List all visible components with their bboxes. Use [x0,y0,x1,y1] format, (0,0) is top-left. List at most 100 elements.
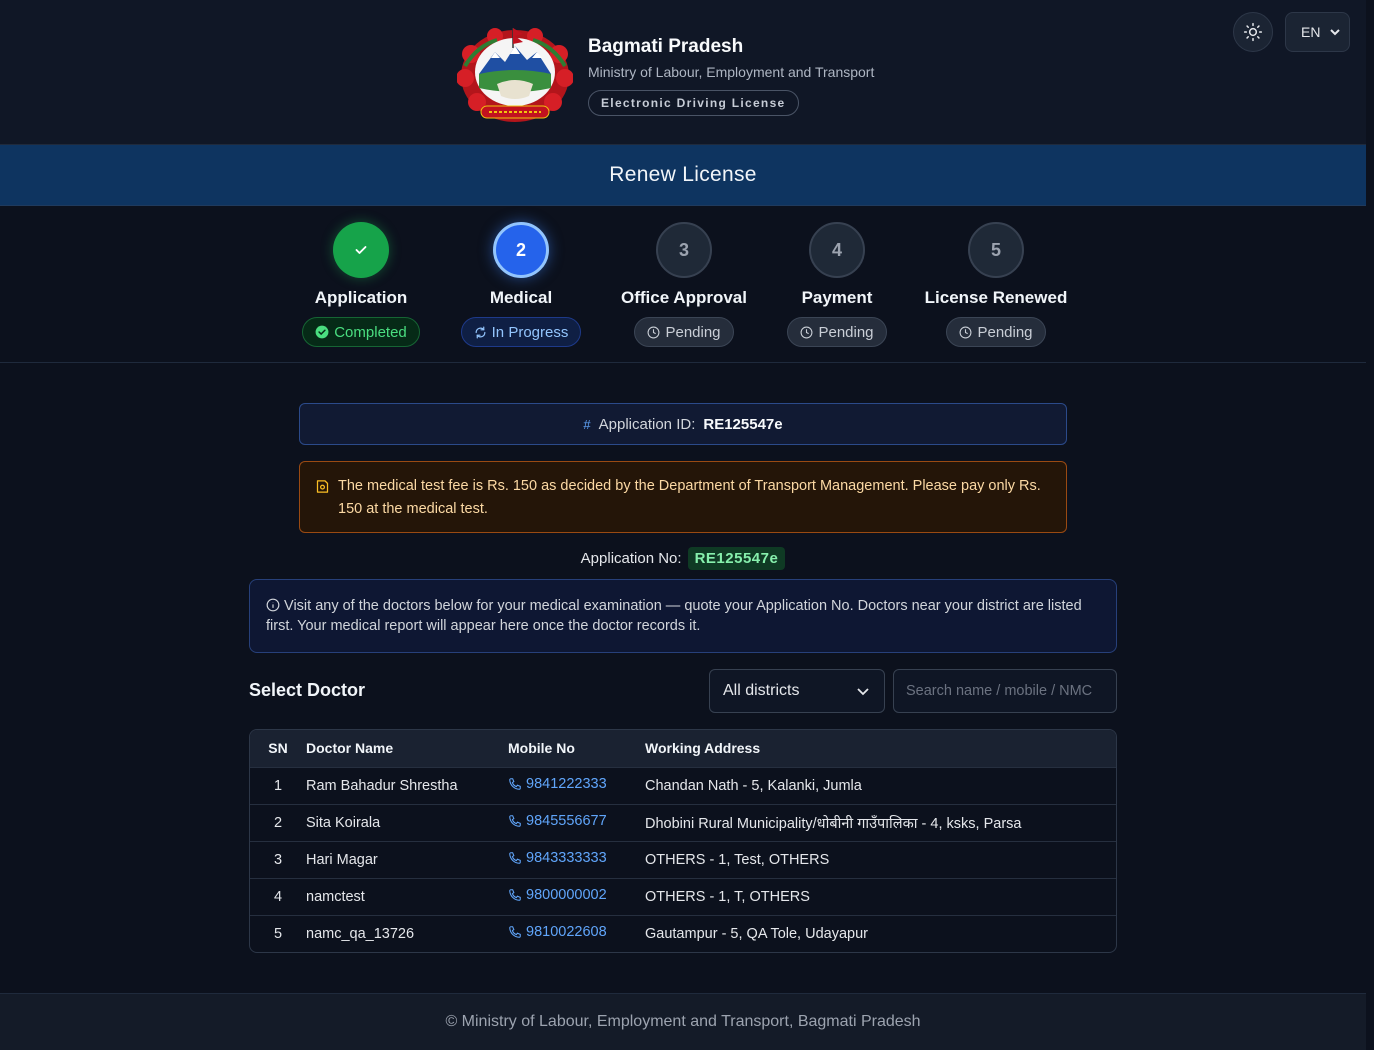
phone-icon [509,889,521,901]
cell-doctor-name: Hari Magar [306,840,508,878]
phone-link[interactable]: 9810022608 [508,924,607,940]
doctor-search-input[interactable] [893,669,1117,713]
district-select[interactable]: All districts [709,669,885,713]
nepal-emblem-logo [457,28,573,122]
col-header-mobile: Mobile No [508,740,575,757]
phone-link[interactable]: 9843333333 [508,850,607,866]
info-text: Visit any of the doctors below for your … [266,598,1082,634]
step-label: Application [314,288,408,307]
step-circle-pending: 4 [809,222,865,278]
cell-address: Dhobini Rural Municipality/धोबीनी गाउँपा… [645,803,1116,841]
info-icon [266,598,280,612]
progress-stepper: Application Completed 2 Medical In Progr… [0,206,1366,363]
table-row[interactable]: 1 Ram Bahadur Shrestha 9841222333 Chanda… [250,766,1116,804]
cell-address: OTHERS - 1, T, OTHERS [645,877,1116,915]
cell-sn: 5 [250,914,306,952]
clock-icon [648,326,660,338]
col-header-doctor-name: Doctor Name [306,740,394,757]
clock-icon [960,326,972,338]
cell-sn: 3 [250,840,306,878]
application-no-chip: RE125547e [687,547,786,570]
status-badge: Completed [302,317,420,347]
phone-icon [509,778,521,790]
fee-notice-text: The medical test fee is Rs. 150 as decid… [338,478,1041,517]
step-medical: 2 Medical In Progress [431,222,611,347]
check-icon [355,246,367,254]
col-header-sn: SN [268,740,288,757]
application-id-box: # Application ID: RE125547e [299,403,1067,445]
cell-doctor-name: namctest [306,877,508,915]
application-id-label: Application ID: [598,415,696,433]
phone-icon [509,926,521,939]
cell-address: Gautampur - 5, QA Tole, Udayapur [645,914,1116,952]
cell-sn: 2 [250,803,306,841]
footer-text: © Ministry of Labour, Employment and Tra… [445,1013,921,1030]
district-value: All districts [723,682,800,699]
language-value: EN [1301,24,1321,40]
chevron-down-icon [857,688,869,696]
cell-doctor-name: namc_qa_13726 [306,914,508,952]
phone-link[interactable]: 9841222333 [508,776,607,792]
step-payment: 4 Payment Pending [747,222,927,347]
step-label: Payment [801,288,873,307]
step-circle-pending: 5 [968,222,1024,278]
receipt-icon [316,480,329,493]
step-label: License Renewed [924,288,1068,307]
table-row[interactable]: 4 namctest 9800000002 OTHERS - 1, T, OTH… [250,877,1116,915]
step-label: Medical [489,288,553,307]
table-row[interactable]: 3 Hari Magar 9843333333 OTHERS - 1, Test… [250,840,1116,878]
status-badge: Pending [946,317,1046,347]
cell-mobile: 9843333333 [508,840,645,878]
application-id-value: RE125547e [703,415,783,433]
cell-doctor-name: Sita Koirala [306,803,508,841]
table-row[interactable]: 5 namc_qa_13726 9810022608 Gautampur - 5… [250,914,1116,952]
hash-icon: # [583,416,591,432]
cell-mobile: 9810022608 [508,914,645,952]
application-no-row: Application No: RE125547e [0,547,1366,570]
check-circle-icon [315,325,329,339]
table-row[interactable]: 2 Sita Koirala 9845556677 Dhobini Rural … [250,803,1116,841]
step-label: Office Approval [621,288,747,307]
phone-link[interactable]: 9800000002 [508,887,607,903]
theme-toggle-button[interactable] [1233,12,1273,52]
table-header-row: SN Doctor Name Mobile No Working Address [250,730,1116,767]
step-license-renewed: 5 License Renewed Pending [906,222,1086,347]
chevron-down-icon [1330,29,1340,36]
page-title-banner: Renew License [0,145,1366,206]
clock-icon [801,326,813,338]
page: Bagmati Pradesh Ministry of Labour, Empl… [0,0,1366,1050]
cell-mobile: 9845556677 [508,803,645,841]
step-application: Application Completed [271,222,451,347]
language-select[interactable]: EN [1285,12,1350,52]
fee-notice: The medical test fee is Rs. 150 as decid… [299,461,1067,533]
status-badge: Pending [634,317,734,347]
info-notice: Visit any of the doctors below for your … [249,579,1117,653]
step-circle-active: 2 [493,222,549,278]
cell-address: OTHERS - 1, Test, OTHERS [645,840,1116,878]
edl-badge: Electronic Driving License [588,90,799,116]
step-circle-pending: 3 [656,222,712,278]
cell-doctor-name: Ram Bahadur Shrestha [306,766,508,804]
status-badge: In Progress [460,317,582,347]
cell-address: Chandan Nath - 5, Kalanki, Jumla [645,766,1116,804]
phone-icon [509,852,521,864]
page-title: Renew License [609,163,757,186]
step-circle-done [333,222,389,278]
phone-icon [509,815,521,827]
refresh-icon [475,325,486,339]
cell-sn: 4 [250,877,306,915]
col-header-address: Working Address [645,740,761,757]
site-footer: © Ministry of Labour, Employment and Tra… [0,993,1366,1050]
cell-sn: 1 [250,766,306,804]
cell-mobile: 9800000002 [508,877,645,915]
status-badge: Pending [787,317,887,347]
org-subtitle: Ministry of Labour, Employment and Trans… [588,64,875,80]
org-title: Bagmati Pradesh [588,36,744,57]
sun-icon [1243,22,1263,42]
select-doctor-title: Select Doctor [249,680,366,700]
application-no-label: Application No: [580,550,682,567]
doctor-table: SN Doctor Name Mobile No Working Address… [249,729,1117,953]
cell-mobile: 9841222333 [508,766,645,804]
site-header: Bagmati Pradesh Ministry of Labour, Empl… [0,0,1366,145]
phone-link[interactable]: 9845556677 [508,813,607,829]
